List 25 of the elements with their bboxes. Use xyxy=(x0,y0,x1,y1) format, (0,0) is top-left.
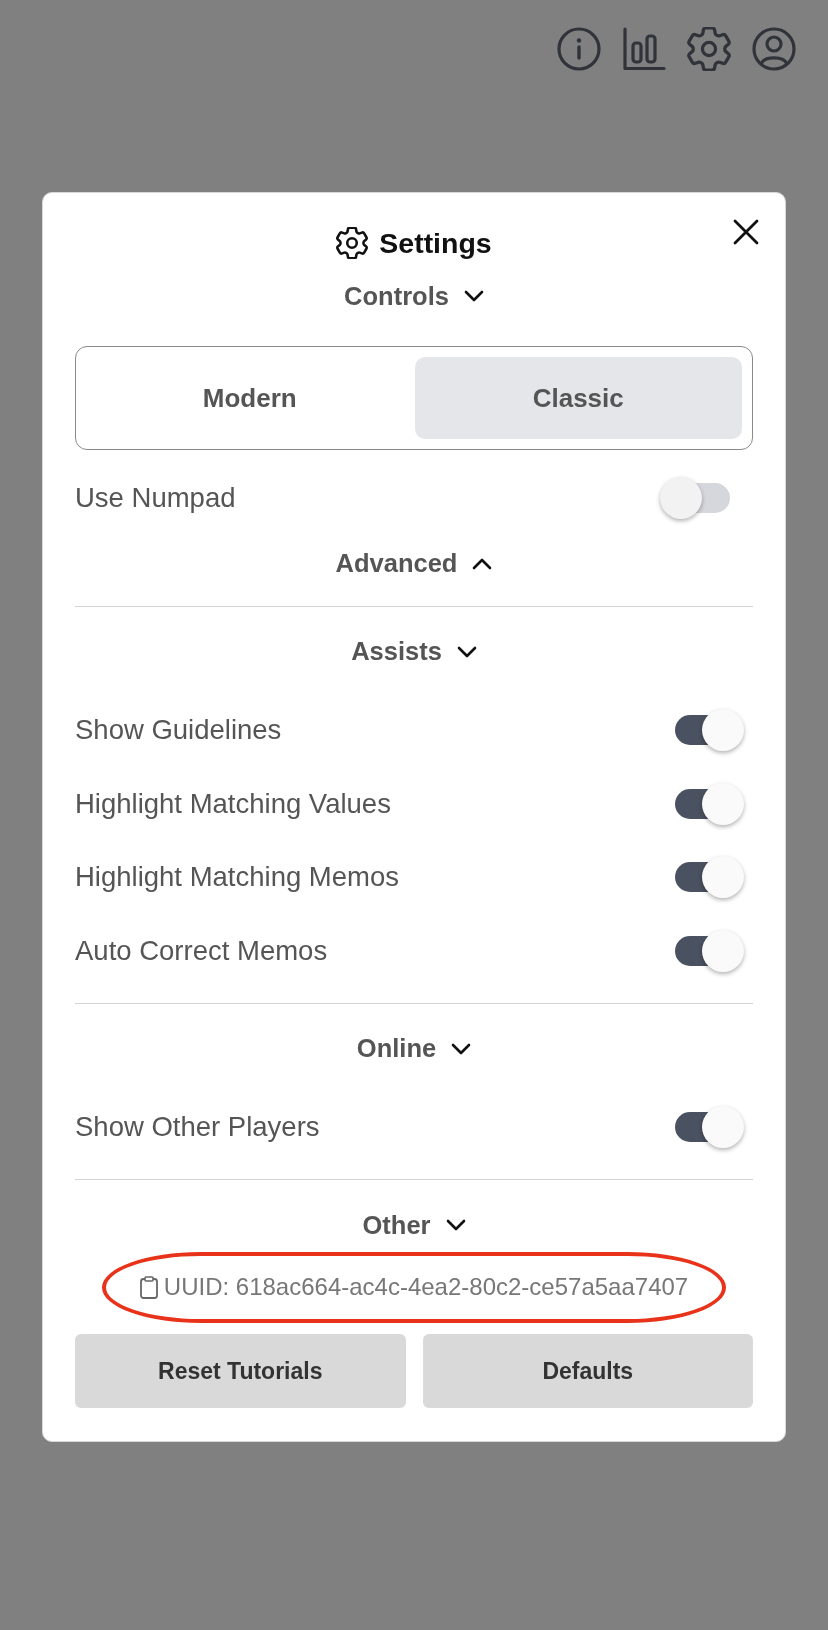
setting-label: Use Numpad xyxy=(75,481,236,514)
setting-label: Auto Correct Memos xyxy=(75,934,328,967)
section-header[interactable]: Assists xyxy=(351,631,477,672)
segment-tab[interactable]: Classic xyxy=(414,357,742,439)
close-icon xyxy=(733,219,759,245)
uuid-text: UUID: 618ac664-ac4c-4ea2-80c2-ce57a5aa7407 xyxy=(163,1273,689,1301)
setting-label: Show Guidelines xyxy=(75,714,282,747)
setting-label: Show Other Players xyxy=(75,1111,320,1144)
section-header[interactable]: Online xyxy=(356,1028,472,1069)
section-header[interactable]: Controls xyxy=(344,276,484,316)
bar-chart-icon[interactable] xyxy=(622,27,666,71)
settings-icon xyxy=(336,227,369,259)
dialog-title: Settings xyxy=(379,226,492,260)
settings-icon[interactable] xyxy=(687,27,731,71)
close-button[interactable] xyxy=(733,219,759,245)
section-header[interactable]: Other xyxy=(362,1205,466,1245)
action-button[interactable]: Defaults xyxy=(422,1334,753,1408)
section-header[interactable]: Advanced xyxy=(335,543,493,584)
setting-label: Highlight Matching Values xyxy=(75,787,391,820)
setting-label: Highlight Matching Memos xyxy=(75,861,400,894)
segment-tab[interactable]: Modern xyxy=(86,357,414,439)
clipboard-icon[interactable] xyxy=(139,1275,158,1299)
action-button[interactable]: Reset Tutorials xyxy=(75,1334,406,1408)
user-icon[interactable] xyxy=(752,27,796,71)
info-icon[interactable] xyxy=(557,27,601,71)
